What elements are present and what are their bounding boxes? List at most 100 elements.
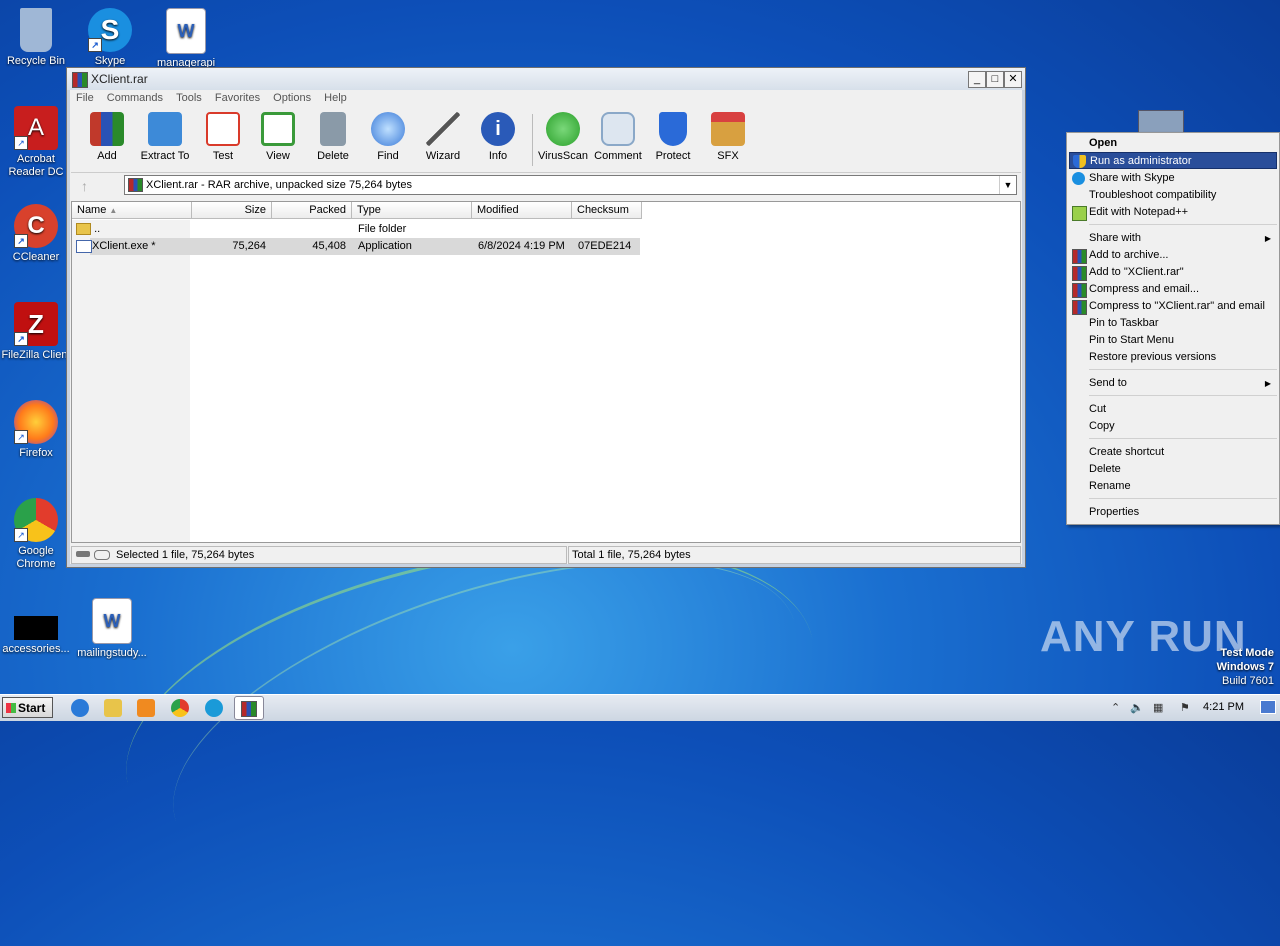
filezilla-icon: Z ↗ (14, 302, 58, 346)
menu-item-compress-email[interactable]: Compress and email... (1069, 281, 1277, 298)
menu-file[interactable]: File (71, 90, 99, 106)
desktop-icon-firefox[interactable]: ↗ Firefox (0, 400, 74, 460)
winrar-icon (72, 72, 88, 88)
sfx-button[interactable]: SFX (699, 112, 757, 162)
add-button[interactable]: Add (78, 112, 136, 162)
table-row[interactable]: .. File folder (72, 221, 642, 238)
menu-item-edit-notepadpp[interactable]: Edit with Notepad++ (1069, 204, 1277, 221)
menu-item-delete[interactable]: Delete (1069, 461, 1277, 478)
menu-item-add-to-archive[interactable]: Add to archive... (1069, 247, 1277, 264)
desktop-icon-accessories[interactable]: accessories... (0, 606, 74, 656)
delete-trash-icon (320, 112, 346, 146)
address-field[interactable]: XClient.rar - RAR archive, unpacked size… (124, 175, 1017, 195)
menu-item-restore-versions[interactable]: Restore previous versions (1069, 349, 1277, 366)
menu-item-pin-start-menu[interactable]: Pin to Start Menu (1069, 332, 1277, 349)
chevron-down-icon[interactable]: ▼ (999, 176, 1016, 194)
word-document-icon: W (92, 598, 132, 644)
desktop-icon-chrome[interactable]: ↗ Google Chrome (0, 498, 74, 571)
maximize-button[interactable]: □ (986, 71, 1004, 88)
menu-item-share-skype[interactable]: Share with Skype (1069, 170, 1277, 187)
menu-help[interactable]: Help (319, 90, 352, 106)
info-button[interactable]: i Info (469, 112, 527, 162)
winrar-window: XClient.rar _ □ ✕ File Commands Tools Fa… (66, 67, 1026, 568)
column-header-modified[interactable]: Modified (472, 202, 572, 219)
menu-item-troubleshoot[interactable]: Troubleshoot compatibility (1069, 187, 1277, 204)
show-hidden-icons-icon[interactable]: ⌃ (1111, 701, 1120, 714)
chrome-icon[interactable] (171, 699, 189, 717)
toolbar: Add Extract To Test View Delete Find Wiz… (71, 110, 1021, 173)
desktop-icon-filezilla[interactable]: Z ↗ FileZilla Client (0, 302, 74, 362)
up-arrow-icon[interactable]: ↑ (81, 178, 88, 194)
taskbar: Start ⌃ 🔈 ▦ ⚑ 4:21 PM (0, 694, 1280, 721)
menu-item-copy[interactable]: Copy (1069, 418, 1277, 435)
virusscan-button[interactable]: VirusScan (534, 112, 592, 162)
drive-icon (76, 551, 90, 557)
extract-to-button[interactable]: Extract To (136, 112, 194, 162)
menu-item-pin-taskbar[interactable]: Pin to Taskbar (1069, 315, 1277, 332)
wizard-button[interactable]: Wizard (414, 112, 472, 162)
desktop-icon-skype[interactable]: S ↗ Skype (72, 8, 148, 68)
chrome-icon: ↗ (14, 498, 58, 542)
desktop-icon-acrobat[interactable]: A ↗ Acrobat Reader DC (0, 106, 74, 179)
file-list: Name ▲ Size Packed Type Modified Checksu… (71, 201, 1021, 543)
action-center-flag-icon[interactable]: ⚑ (1180, 701, 1190, 714)
menu-bar: File Commands Tools Favorites Options He… (71, 90, 1021, 108)
menu-item-add-to-xclient-rar[interactable]: Add to "XClient.rar" (1069, 264, 1277, 281)
test-checklist-icon (206, 112, 240, 146)
menu-commands[interactable]: Commands (102, 90, 168, 106)
title-bar[interactable]: XClient.rar _ □ ✕ (67, 68, 1025, 90)
start-button[interactable]: Start (2, 697, 53, 718)
menu-item-create-shortcut[interactable]: Create shortcut (1069, 444, 1277, 461)
view-button[interactable]: View (249, 112, 307, 162)
menu-separator (1089, 395, 1277, 396)
menu-item-open[interactable]: Open (1069, 135, 1277, 152)
virusscan-bug-icon (546, 112, 580, 146)
menu-item-cut[interactable]: Cut (1069, 401, 1277, 418)
menu-favorites[interactable]: Favorites (210, 90, 265, 106)
menu-separator (1089, 498, 1277, 499)
media-player-icon[interactable] (137, 699, 155, 717)
test-mode-watermark: Test Mode Windows 7 Build 7601 (1216, 647, 1274, 687)
uac-shield-icon (1073, 155, 1086, 168)
menu-item-send-to[interactable]: Send to ▶ (1069, 375, 1277, 392)
desktop-icon-mailingstudy[interactable]: W mailingstudy... (74, 598, 150, 660)
menu-options[interactable]: Options (268, 90, 316, 106)
menu-item-properties[interactable]: Properties (1069, 504, 1277, 521)
winrar-taskbar-button[interactable] (234, 696, 264, 720)
sort-ascending-icon: ▲ (109, 206, 118, 215)
menu-item-compress-to-rar-email[interactable]: Compress to "XClient.rar" and email (1069, 298, 1277, 315)
show-desktop-icon[interactable] (1260, 700, 1276, 714)
comment-button[interactable]: Comment (589, 112, 647, 162)
column-header-name[interactable]: Name ▲ (72, 202, 192, 219)
winrar-icon (1072, 266, 1087, 281)
desktop-icon-ccleaner[interactable]: C ↗ CCleaner (0, 204, 74, 264)
recycle-bin-icon (20, 8, 52, 52)
close-button[interactable]: ✕ (1004, 71, 1022, 88)
speaker-icon[interactable]: 🔈 (1130, 701, 1144, 714)
menu-item-share-with[interactable]: Share with ▶ (1069, 230, 1277, 247)
submenu-arrow-icon: ▶ (1264, 379, 1271, 388)
internet-explorer-icon[interactable] (71, 699, 89, 717)
column-header-type[interactable]: Type (352, 202, 472, 219)
minimize-button[interactable]: _ (968, 71, 986, 88)
menu-tools[interactable]: Tools (171, 90, 207, 106)
column-header-packed[interactable]: Packed (272, 202, 352, 219)
desktop-icon-managerapi[interactable]: W managerapi (148, 8, 224, 70)
edge-icon[interactable] (205, 699, 223, 717)
network-icon[interactable]: ▦ (1153, 701, 1163, 714)
application-exe-icon (76, 239, 92, 253)
menu-item-rename[interactable]: Rename (1069, 478, 1277, 495)
delete-button[interactable]: Delete (304, 112, 362, 162)
column-header-checksum[interactable]: Checksum (572, 202, 642, 219)
find-button[interactable]: Find (359, 112, 417, 162)
test-button[interactable]: Test (194, 112, 252, 162)
add-archive-icon (90, 112, 124, 146)
winrar-icon (128, 178, 143, 192)
column-header-size[interactable]: Size (192, 202, 272, 219)
menu-item-run-as-admin[interactable]: Run as administrator (1069, 152, 1277, 169)
file-explorer-icon[interactable] (104, 699, 122, 717)
protect-button[interactable]: Protect (644, 112, 702, 162)
table-row[interactable]: XClient.exe * 75,264 45,408 Application … (72, 238, 642, 255)
desktop-icon-recycle-bin[interactable]: Recycle Bin (0, 8, 74, 68)
clock[interactable]: 4:21 PM (1203, 701, 1244, 713)
